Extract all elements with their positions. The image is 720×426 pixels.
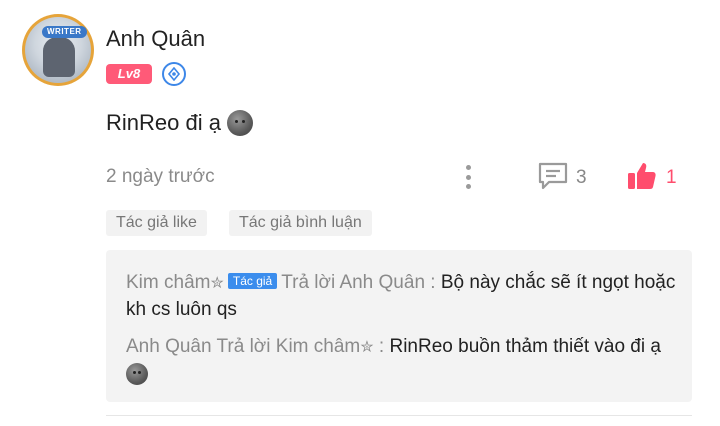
emoji-icon [126, 362, 148, 385]
reply-count: 3 [576, 167, 587, 188]
star-icon: ✮ [210, 275, 224, 292]
reply-item[interactable]: Kim châm✮ Tác giả Trả lời Anh Quân : Bộ nà… [126, 270, 676, 323]
level-badge: Lv8 [106, 64, 152, 84]
comment-timestamp: 2 ngày trước [106, 166, 215, 187]
avatar-figure-shape [43, 37, 75, 77]
reply-text: RinReo buồn thảm thiết vào đi ạ [389, 336, 661, 357]
like-count: 1 [666, 167, 677, 188]
comment-body: RinReo đi ạ [106, 110, 253, 136]
comment-username[interactable]: Anh Quân [106, 26, 205, 52]
like-icon[interactable] [626, 160, 658, 192]
replies-box[interactable]: Kim châm✮ Tác giả Trả lời Anh Quân : Bộ nà… [106, 250, 692, 402]
comment-text: RinReo đi ạ [106, 110, 221, 135]
avatar[interactable]: WRITER [22, 14, 94, 86]
author-reply-tag: Tác giả bình luận [229, 210, 372, 236]
emoji-icon [226, 110, 253, 136]
reply-item[interactable]: Anh Quân Trả lời Kim châm✮ : RinReo buồn… [126, 334, 676, 387]
divider [106, 415, 692, 416]
reply-author-name[interactable]: Kim châm [126, 272, 210, 293]
reply-to-label: Trả lời Anh Quân : [281, 272, 436, 293]
avatar-writer-badge: WRITER [42, 26, 87, 38]
more-icon[interactable] [462, 165, 474, 189]
reply-to-label: Trả lời Kim châm [216, 336, 361, 357]
star-icon: ✮ [360, 339, 374, 356]
author-chip: Tác giả [227, 273, 278, 289]
reply-colon: : [378, 336, 385, 357]
author-like-tag: Tác giả like [106, 210, 207, 236]
verified-icon [162, 62, 186, 86]
reply-author-name[interactable]: Anh Quân [126, 336, 212, 357]
reply-icon[interactable] [537, 161, 569, 191]
